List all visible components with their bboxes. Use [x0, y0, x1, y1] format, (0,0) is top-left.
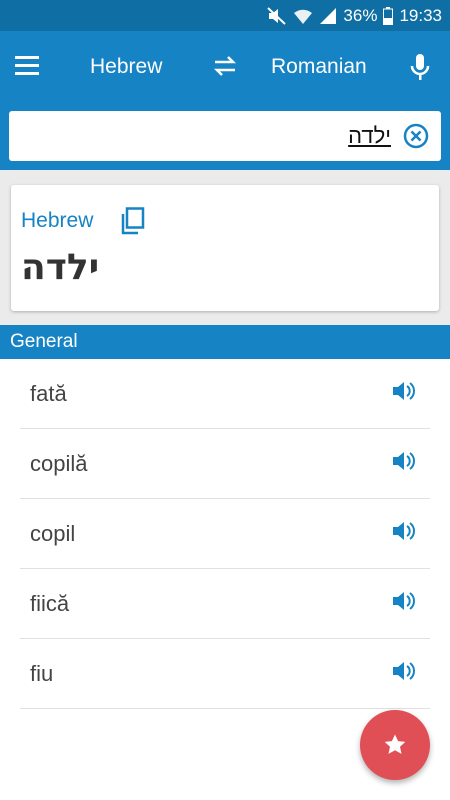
speaker-icon[interactable]	[392, 590, 416, 612]
list-item[interactable]: copil	[20, 499, 430, 569]
search-input[interactable]: ילדה	[9, 111, 441, 161]
speaker-icon[interactable]	[392, 450, 416, 472]
signal-icon	[319, 7, 337, 25]
source-language-label: Hebrew	[21, 209, 94, 232]
list-item[interactable]: copilă	[20, 429, 430, 499]
target-language-selector[interactable]: Romanian	[271, 55, 367, 79]
swap-languages-icon[interactable]	[211, 54, 239, 82]
speaker-icon[interactable]	[392, 520, 416, 542]
translation-text: fată	[30, 381, 67, 406]
microphone-icon[interactable]	[409, 52, 431, 82]
translation-text: fiu	[30, 661, 54, 686]
favorite-button[interactable]	[360, 710, 430, 780]
clear-icon[interactable]	[403, 123, 429, 149]
copy-icon[interactable]	[120, 207, 146, 235]
list-item[interactable]: fiică	[20, 569, 430, 639]
translation-text: copil	[30, 521, 76, 546]
wifi-icon	[293, 7, 313, 25]
translation-text: copilă	[30, 451, 88, 476]
menu-icon[interactable]	[15, 55, 45, 83]
list-item[interactable]: fată	[20, 359, 430, 429]
search-query[interactable]: ילדה	[348, 123, 391, 149]
search-bar: ילדה	[0, 106, 450, 170]
status-bar: 36% 19:33	[0, 0, 450, 31]
source-word-card: Hebrew ילדה	[11, 185, 439, 311]
section-title: General	[10, 331, 78, 352]
section-header: General	[0, 325, 450, 359]
app-bar: Hebrew Romanian	[0, 31, 450, 106]
speaker-icon[interactable]	[392, 380, 416, 402]
star-icon	[384, 734, 406, 754]
source-language-selector[interactable]: Hebrew	[90, 55, 162, 79]
battery-icon	[383, 6, 394, 25]
mute-icon	[267, 6, 287, 25]
list-item[interactable]: fiu	[20, 639, 430, 709]
translation-text: fiică	[30, 591, 70, 616]
clock: 19:33	[399, 5, 442, 25]
speaker-icon[interactable]	[392, 660, 416, 682]
source-word: ילדה	[21, 247, 100, 288]
battery-level: 36%	[343, 5, 378, 25]
